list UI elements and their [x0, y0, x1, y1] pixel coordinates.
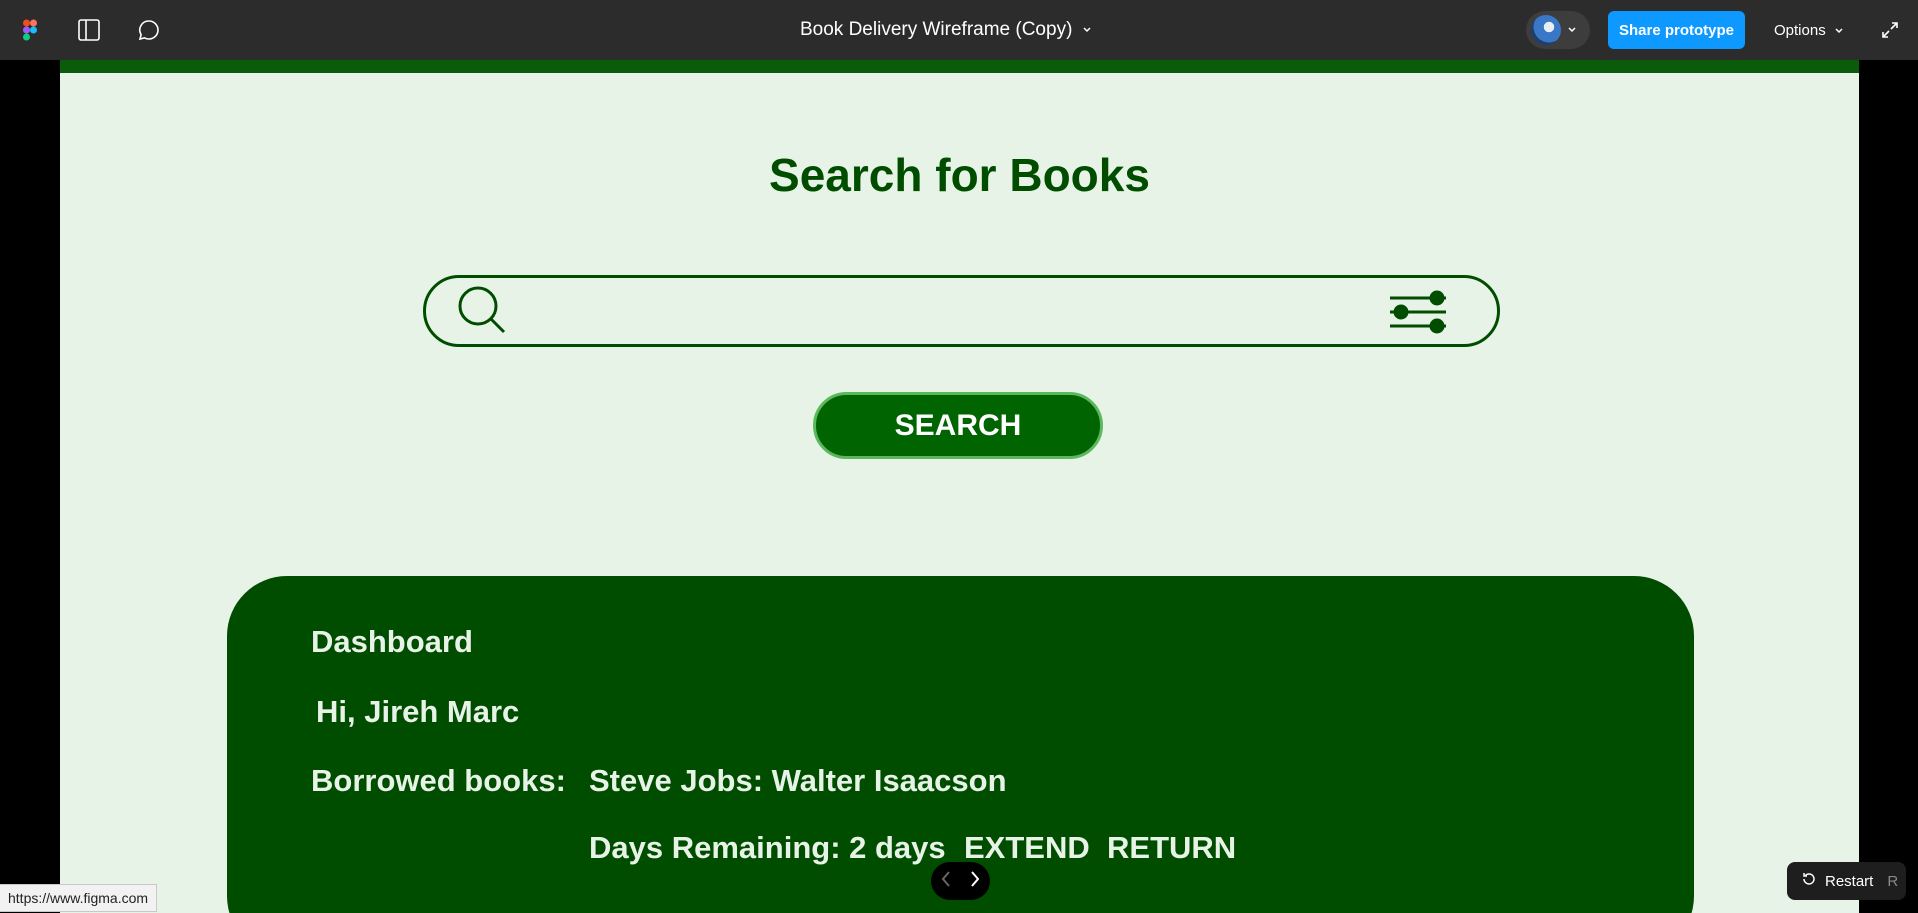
chevron-left-icon[interactable]: [940, 870, 952, 893]
chevron-down-icon: [1834, 22, 1844, 39]
restart-button[interactable]: Restart R: [1787, 862, 1906, 900]
prototype-frame: Search for Books SEARCH Dashboard Hi, Ji…: [60, 60, 1859, 913]
borrowed-book-title: Steve Jobs: Walter Isaacson: [589, 763, 1007, 798]
sidebar-toggle-icon[interactable]: [73, 14, 105, 46]
share-prototype-button[interactable]: Share prototype: [1608, 11, 1745, 49]
options-label: Options: [1774, 21, 1826, 39]
restart-label: Restart: [1825, 872, 1874, 890]
restart-shortcut: R: [1887, 872, 1899, 890]
expand-icon[interactable]: [1874, 14, 1906, 46]
chevron-down-icon: [1082, 21, 1092, 39]
filter-sliders-icon[interactable]: [1388, 288, 1450, 339]
search-button[interactable]: SEARCH: [813, 392, 1103, 459]
prototype-navigation: [931, 862, 990, 900]
file-title: Book Delivery Wireframe (Copy): [800, 19, 1073, 40]
avatar: [1531, 15, 1561, 45]
search-input[interactable]: [423, 275, 1500, 347]
chevron-right-icon[interactable]: [969, 870, 981, 893]
figma-logo-icon[interactable]: [14, 14, 46, 46]
restart-icon: [1801, 871, 1817, 891]
search-icon: [458, 286, 510, 343]
prototype-toolbar: Book Delivery Wireframe (Copy) Share pro…: [0, 0, 1918, 60]
options-menu[interactable]: Options: [1774, 0, 1844, 60]
borrowed-books-label: Borrowed books:: [311, 763, 566, 798]
user-avatar-menu[interactable]: [1526, 11, 1590, 49]
greeting: Hi, Jireh Marc: [316, 694, 520, 729]
link-status-bar: https://www.figma.com: [0, 884, 158, 912]
extend-button[interactable]: EXTEND: [964, 830, 1090, 866]
days-remaining: Days Remaining: 2 days: [589, 830, 946, 865]
return-button[interactable]: RETURN: [1107, 830, 1236, 866]
dashboard-title: Dashboard: [311, 624, 473, 659]
file-title-menu[interactable]: Book Delivery Wireframe (Copy): [800, 0, 1092, 60]
chevron-down-icon: [1567, 21, 1577, 39]
header-strip: [60, 60, 1859, 73]
page-title: Search for Books: [769, 149, 1150, 201]
comment-icon[interactable]: [133, 14, 165, 46]
